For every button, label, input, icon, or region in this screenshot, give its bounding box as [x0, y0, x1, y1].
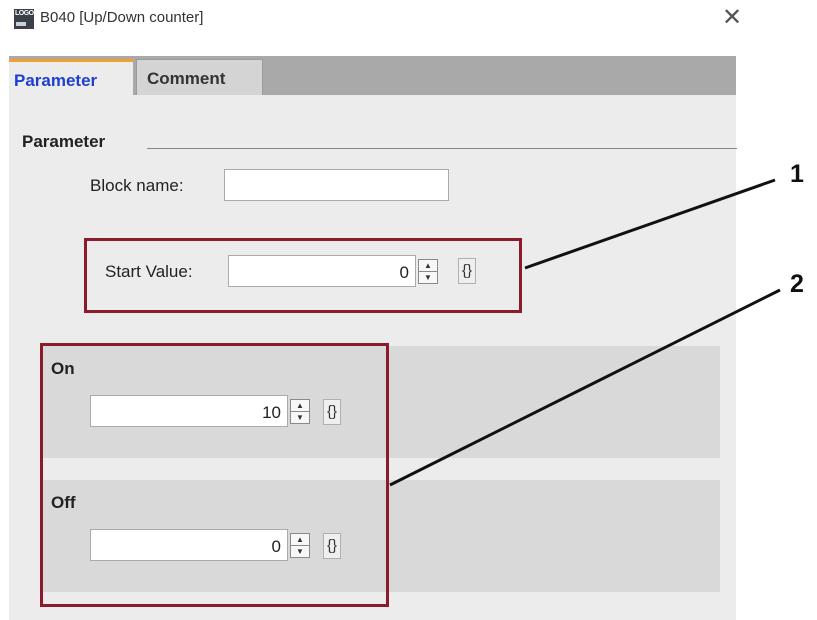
- callout-lines: [389, 178, 781, 487]
- callout-line-1: [524, 178, 776, 270]
- callout-number-1: 1: [790, 160, 804, 188]
- callout-line-2: [389, 288, 781, 487]
- callout-number-2: 2: [790, 270, 804, 298]
